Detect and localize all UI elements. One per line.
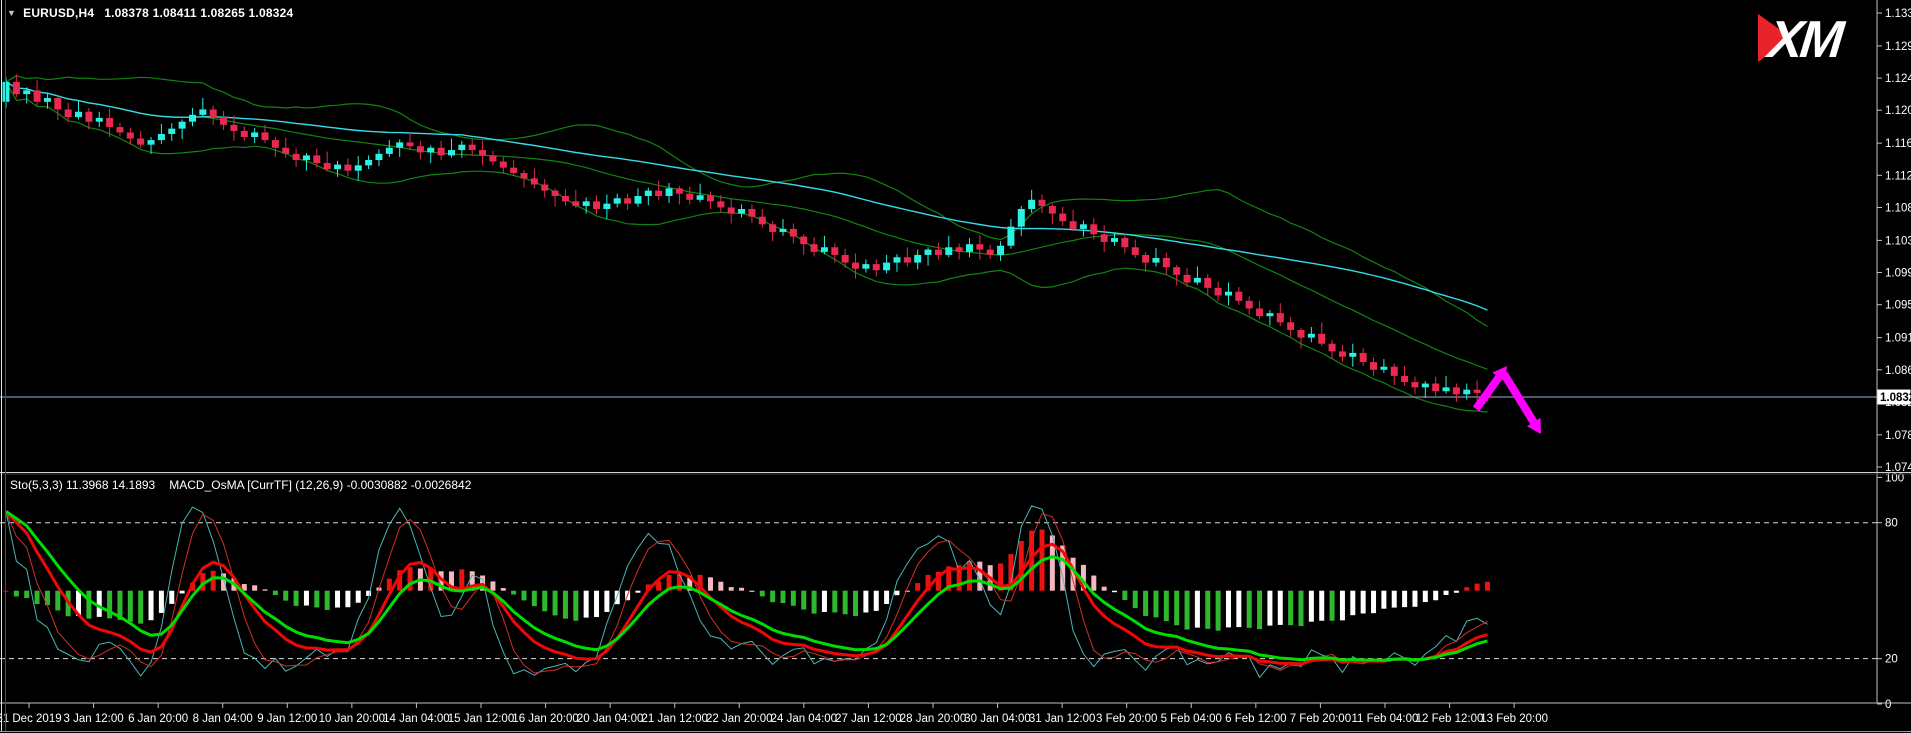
svg-text:0: 0	[1885, 699, 1891, 711]
svg-text:28 Jan 20:00: 28 Jan 20:00	[900, 713, 967, 725]
svg-text:5 Feb 04:00: 5 Feb 04:00	[1161, 713, 1222, 725]
svg-text:1.12070: 1.12070	[1885, 105, 1911, 117]
window-left-inner-border	[5, 0, 6, 731]
svg-text:1.10800: 1.10800	[1885, 202, 1911, 214]
svg-text:80: 80	[1885, 518, 1898, 530]
current-price-label: 1.08324	[1878, 390, 1911, 405]
svg-text:13 Feb 20:00: 13 Feb 20:00	[1480, 713, 1548, 725]
svg-text:27 Jan 12:00: 27 Jan 12:00	[835, 713, 902, 725]
svg-text:31 Dec 2019: 31 Dec 2019	[0, 713, 62, 725]
svg-text:1.09100: 1.09100	[1885, 333, 1911, 345]
svg-text:16 Jan 20:00: 16 Jan 20:00	[512, 713, 579, 725]
svg-text:7 Feb 20:00: 7 Feb 20:00	[1290, 713, 1351, 725]
svg-text:1.09950: 1.09950	[1885, 268, 1911, 280]
chevron-down-icon: ▼	[7, 8, 16, 18]
svg-text:1.09530: 1.09530	[1885, 300, 1911, 312]
svg-text:10 Jan 20:00: 10 Jan 20:00	[319, 713, 386, 725]
svg-text:1.11220: 1.11220	[1885, 170, 1911, 182]
trading-terminal-window: ▼ EURUSD,H4 1.08378 1.08411 1.08265 1.0832…	[0, 0, 1911, 733]
chart-canvas[interactable]: 1.13340 1.12910 1.12490 1.12070 1.11640 1.112…	[0, 0, 1911, 733]
svg-text:3 Feb 20:00: 3 Feb 20:00	[1096, 713, 1157, 725]
svg-text:3 Jan 12:00: 3 Jan 12:00	[64, 713, 124, 725]
symbol-timeframe-label: EURUSD,H4	[23, 6, 94, 20]
chart-title: ▼ EURUSD,H4 1.08378 1.08411 1.08265 1.0832…	[7, 6, 293, 20]
svg-text:20: 20	[1885, 654, 1898, 666]
svg-text:22 Jan 20:00: 22 Jan 20:00	[706, 713, 773, 725]
panel-divider[interactable]	[0, 473, 1911, 475]
candlestick-series	[3, 74, 1491, 403]
svg-text:1.08324: 1.08324	[1880, 392, 1911, 404]
svg-text:15 Jan 12:00: 15 Jan 12:00	[448, 713, 515, 725]
svg-text:1.07830: 1.07830	[1885, 430, 1911, 442]
bollinger-bands-overlay	[6, 76, 1488, 412]
svg-text:6 Feb 12:00: 6 Feb 12:00	[1225, 713, 1286, 725]
svg-text:1.12910: 1.12910	[1885, 41, 1911, 53]
svg-text:31 Jan 12:00: 31 Jan 12:00	[1029, 713, 1096, 725]
stochastic-lines	[6, 506, 1488, 678]
indicator-scale[interactable]: 10080200	[1877, 472, 1904, 711]
svg-text:1.10370: 1.10370	[1885, 235, 1911, 247]
svg-text:21 Jan 12:00: 21 Jan 12:00	[641, 713, 708, 725]
svg-text:9 Jan 12:00: 9 Jan 12:00	[257, 713, 317, 725]
svg-text:30 Jan 04:00: 30 Jan 04:00	[964, 713, 1031, 725]
ohlc-quotes: 1.08378 1.08411 1.08265 1.08324	[104, 6, 293, 20]
svg-text:24 Jan 04:00: 24 Jan 04:00	[771, 713, 838, 725]
trend-arrows-annotation[interactable]	[1476, 366, 1541, 434]
svg-text:20 Jan 04:00: 20 Jan 04:00	[577, 713, 644, 725]
window-left-border	[1, 0, 2, 731]
indicator-window-label: Sto(5,3,3) 11.3968 14.1893 MACD_OsMA [Cur…	[10, 478, 471, 492]
svg-text:11 Feb 04:00: 11 Feb 04:00	[1352, 713, 1419, 725]
svg-text:1.11640: 1.11640	[1885, 138, 1911, 150]
stochastic-label: Sto(5,3,3) 11.3968 14.1893	[10, 478, 155, 492]
main-chart-area[interactable]	[0, 74, 1877, 434]
svg-text:1.12490: 1.12490	[1885, 73, 1911, 85]
xm-logo: XM	[1756, 8, 1868, 66]
svg-text:1.08680: 1.08680	[1885, 365, 1911, 377]
svg-text:1.13340: 1.13340	[1885, 8, 1911, 20]
time-axis[interactable]: 31 Dec 20193 Jan 12:00 6 Jan 20:00 8 Jan 0…	[0, 703, 1911, 725]
window-bottom-border	[0, 731, 1911, 732]
indicator-panel[interactable]	[0, 506, 1877, 678]
xm-logo-text: XM	[1763, 11, 1849, 66]
svg-text:8 Jan 04:00: 8 Jan 04:00	[193, 713, 253, 725]
svg-text:6 Jan 20:00: 6 Jan 20:00	[128, 713, 188, 725]
svg-text:14 Jan 04:00: 14 Jan 04:00	[383, 713, 450, 725]
macd-osma-label: MACD_OsMA [CurrTF] (12,26,9) -0.0030882 …	[169, 478, 471, 492]
price-axis[interactable]: 1.13340 1.12910 1.12490 1.12070 1.11640 1.112…	[1877, 0, 1911, 703]
svg-text:12 Feb 12:00: 12 Feb 12:00	[1416, 713, 1484, 725]
